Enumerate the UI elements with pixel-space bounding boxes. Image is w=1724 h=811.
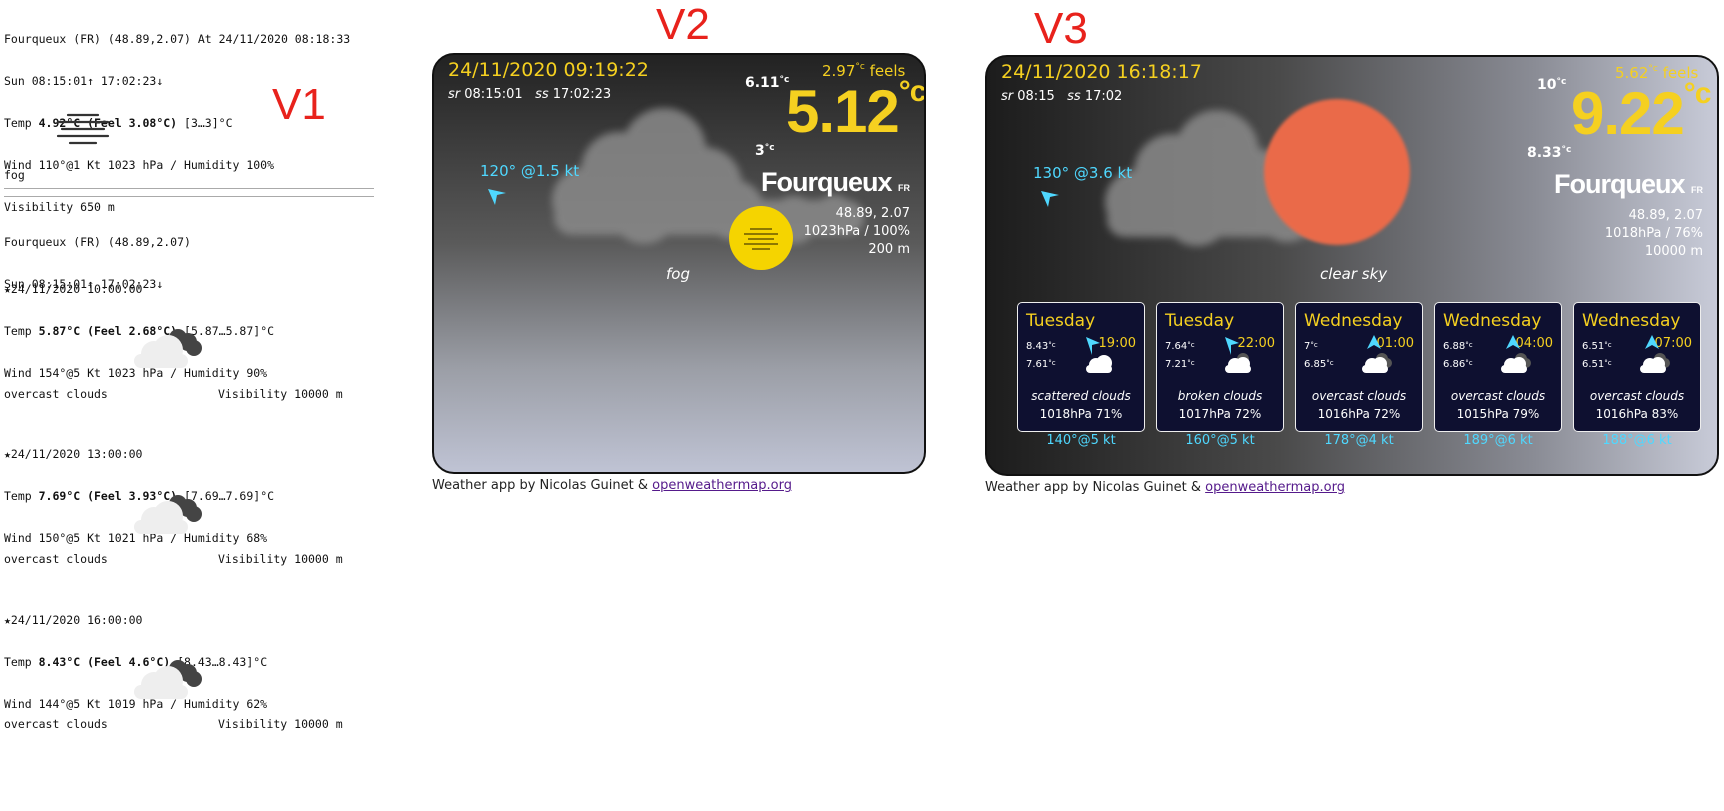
overcast-clouds-icon — [134, 660, 202, 699]
v3-coords: 48.89, 2.07 — [1628, 208, 1703, 223]
scattered-clouds-icon — [1086, 337, 1112, 373]
wind-direction-arrow-icon — [488, 189, 506, 205]
forecast-card: Tuesday 22:00 7.64°c 7.21°c broken cloud… — [1156, 302, 1284, 448]
wind-direction-arrow-icon — [1041, 191, 1059, 207]
v3-date: 24/11/2020 16:18:17 — [1001, 61, 1202, 83]
forecast-visibility: Visibility 10000 m — [218, 717, 343, 731]
forecast-max: 6.51°c — [1582, 341, 1612, 352]
v2-details: 48.89, 2.07 1023hPa / 100% 200 m — [804, 205, 910, 259]
overcast-clouds-icon — [134, 329, 202, 368]
v2-label: V2 — [656, 0, 710, 49]
v2-weather-card: 24/11/2020 09:19:22 sr 08:15:01 ss 17:02… — [432, 53, 926, 474]
forecast-max: 6.88°c — [1443, 341, 1473, 352]
forecast-day: Tuesday — [1026, 311, 1096, 331]
v2-temperature: 5.12°c — [786, 75, 926, 145]
forecast-visibility: Visibility 10000 m — [218, 552, 343, 566]
forecast-desc: overcast clouds — [4, 717, 108, 731]
overcast-clouds-icon — [1640, 335, 1670, 373]
v3-weather-card: 24/11/2020 16:18:17 sr 08:15 ss 17:02 10… — [985, 55, 1719, 476]
forecast-wind: 140°@5 kt — [1046, 433, 1116, 448]
divider — [4, 188, 374, 189]
forecast-wind: 178°@4 kt — [1324, 433, 1394, 448]
forecast-desc: overcast clouds — [1311, 389, 1407, 403]
v2-description: fog — [666, 265, 690, 283]
overcast-clouds-icon — [134, 495, 202, 534]
forecast-wind: 188°@6 kt — [1602, 433, 1672, 448]
v3-min-temp: 8.33°c — [1527, 145, 1572, 161]
v3-wind: 130° @3.6 kt — [1033, 164, 1133, 182]
v1-wind-line: Wind 110°@1 Kt 1023 hPa / Humidity 100% — [4, 158, 275, 172]
forecast-wind: 160°@5 kt — [1185, 433, 1255, 448]
forecast-min: 6.85°c — [1304, 359, 1334, 370]
forecast-max: 7°c — [1304, 341, 1318, 352]
forecast-max: 7.64°c — [1165, 341, 1195, 352]
forecast-card: Tuesday 19:00 8.43°c 7.61°c scattered cl… — [1017, 302, 1145, 448]
v1-location-line: Fourqueux (FR) (48.89,2.07) At 24/11/202… — [4, 32, 351, 46]
forecast-time: ★24/11/2020 16:00:00 — [4, 613, 143, 627]
forecast-pressure: 1018hPa 71% — [1039, 407, 1123, 421]
forecast-desc: scattered clouds — [1031, 389, 1131, 403]
forecast-min: 6.51°c — [1582, 359, 1612, 370]
forecast-pressure: 1016hPa 83% — [1595, 407, 1679, 421]
v2-footer: Weather app by Nicolas Guinet & openweat… — [432, 478, 792, 493]
fog-icon — [56, 113, 110, 145]
v1-sun-line: Sun 08:15:01↑ 17:02:23↓ — [4, 74, 164, 88]
overcast-clouds-icon — [1501, 335, 1531, 373]
v2-coords: 48.89, 2.07 — [835, 206, 910, 221]
v3-sun-times: sr 08:15 ss 17:02 — [1001, 89, 1123, 104]
v2-min-temp: 3°c — [755, 143, 775, 159]
forecast-day: Tuesday — [1165, 311, 1235, 331]
v2-max-temp: 6.11°c — [745, 75, 790, 91]
v3-temperature: 9.22°c — [1571, 77, 1711, 147]
v2-city: Fourqueux FR — [760, 167, 910, 197]
forecast-card: Wednesday 01:00 7°c 6.85°c overcast clou… — [1295, 302, 1423, 448]
openweathermap-link[interactable]: openweathermap.org — [1205, 480, 1345, 495]
forecast-min: 7.61°c — [1026, 359, 1056, 370]
v3-city: Fourqueux FR — [1553, 169, 1703, 199]
forecast-desc: broken clouds — [1177, 389, 1263, 403]
v2-visibility: 200 m — [868, 242, 910, 257]
forecast-time: ★24/11/2020 13:00:00 — [4, 447, 143, 461]
v3-footer: Weather app by Nicolas Guinet & openweat… — [985, 480, 1345, 495]
divider — [4, 196, 374, 197]
forecast-day: Wednesday — [1443, 311, 1542, 331]
v2-date: 24/11/2020 09:19:22 — [448, 59, 649, 81]
forecast-pressure: 1016hPa 72% — [1317, 407, 1401, 421]
forecast-card: Wednesday 07:00 6.51°c 6.51°c overcast c… — [1573, 302, 1701, 448]
forecast-max: 8.43°c — [1026, 341, 1056, 352]
v1-current-desc: fog — [4, 168, 25, 182]
forecast-visibility: Visibility 10000 m — [218, 387, 343, 401]
forecast-desc: overcast clouds — [4, 387, 108, 401]
overcast-clouds-icon — [1362, 335, 1392, 373]
forecast-pressure: 1015hPa 79% — [1456, 407, 1540, 421]
v2-pressure-humidity: 1023hPa / 100% — [803, 224, 910, 239]
broken-clouds-icon — [1225, 337, 1251, 373]
forecast-desc: overcast clouds — [4, 552, 108, 566]
v2-sun-times: sr 08:15:01 ss 17:02:23 — [448, 87, 612, 102]
v3-label: V3 — [1034, 4, 1088, 53]
v3-details: 48.89, 2.07 1018hPa / 76% 10000 m — [1605, 207, 1703, 261]
v3-max-temp: 10°c — [1537, 77, 1567, 93]
v3-pressure-humidity: 1018hPa / 76% — [1604, 226, 1703, 241]
fog-sun-icon — [729, 206, 793, 270]
v1-forecast-location: Fourqueux (FR) (48.89,2.07) — [4, 235, 191, 249]
forecast-card: Wednesday 04:00 6.88°c 6.86°c overcast c… — [1434, 302, 1562, 448]
openweathermap-link[interactable]: openweathermap.org — [652, 478, 792, 493]
forecast-time: ★24/11/2020 10:00:00 — [4, 282, 143, 296]
forecast-day: Wednesday — [1304, 311, 1403, 331]
sun-icon — [1264, 99, 1410, 245]
forecast-day: Wednesday — [1582, 311, 1681, 331]
forecast-pressure: 1017hPa 72% — [1178, 407, 1262, 421]
forecast-min: 6.86°c — [1443, 359, 1473, 370]
forecast-desc: overcast clouds — [1589, 389, 1685, 403]
forecast-desc: overcast clouds — [1450, 389, 1546, 403]
forecast-min: 7.21°c — [1165, 359, 1195, 370]
v3-description: clear sky — [1320, 265, 1388, 283]
forecast-wind: 189°@6 kt — [1463, 433, 1533, 448]
v3-visibility: 10000 m — [1644, 244, 1703, 259]
v2-wind: 120° @1.5 kt — [480, 162, 580, 180]
